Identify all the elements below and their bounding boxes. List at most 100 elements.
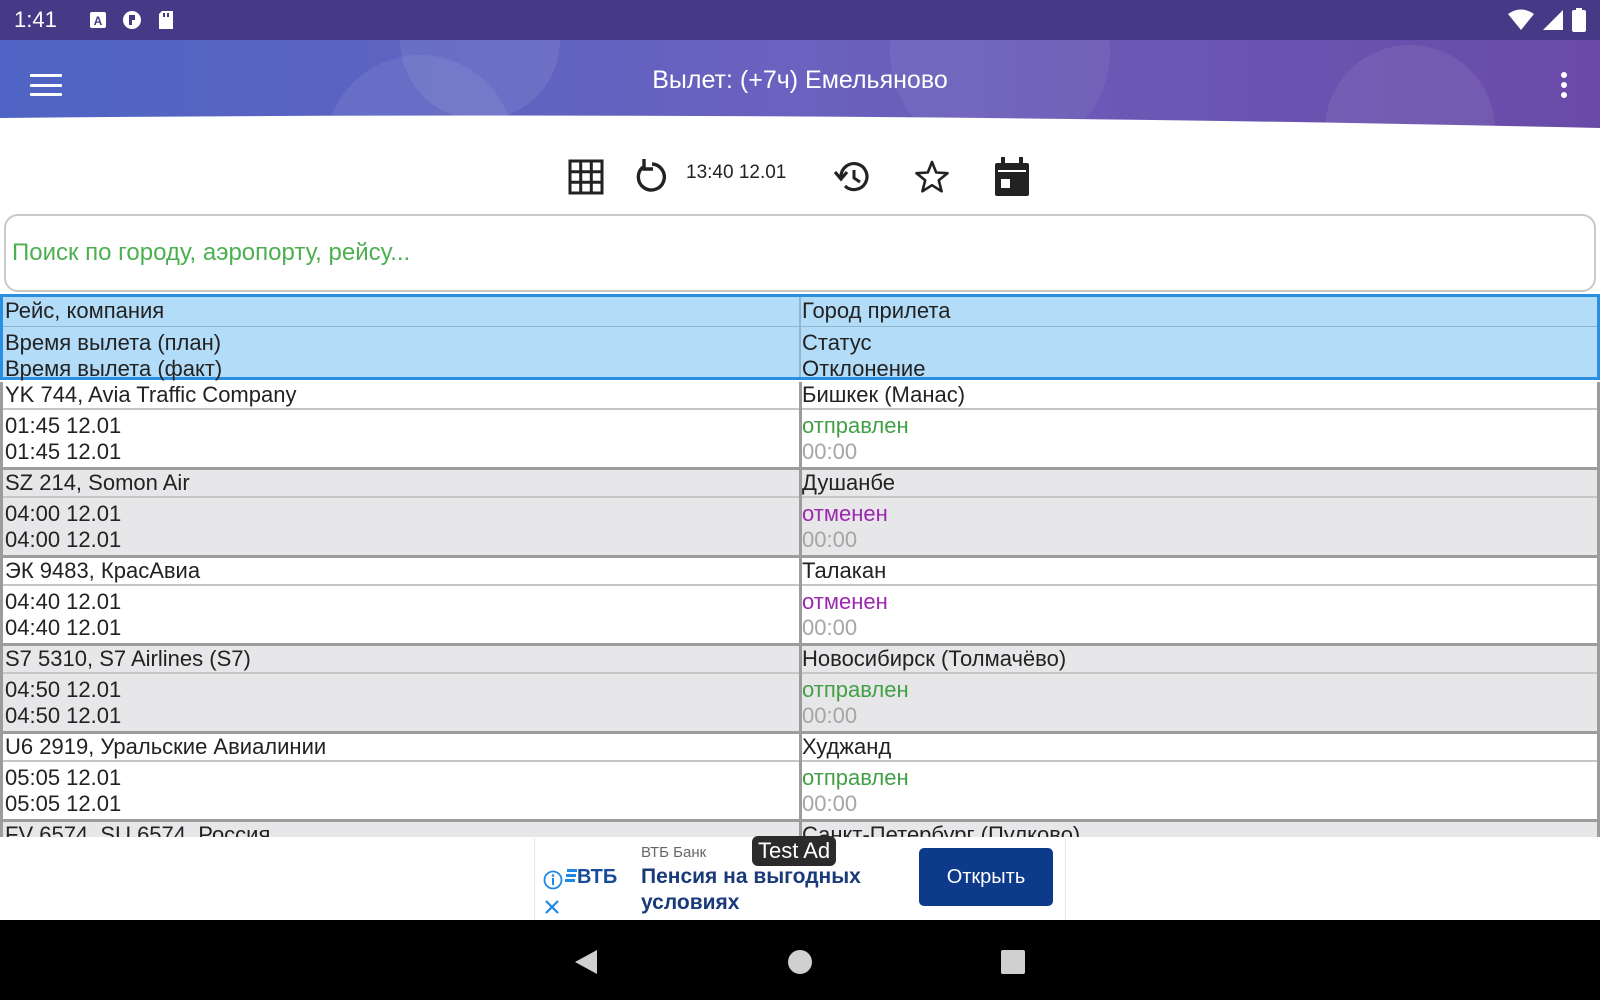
header-planned-time: Время вылета (план) — [5, 330, 222, 355]
sd-card-icon — [156, 10, 176, 30]
row-inner-divider — [802, 760, 1597, 762]
accessibility-notification-icon: A — [88, 10, 108, 30]
table-row[interactable]: FV 6574, SU 6574, Россия Санкт-Петербург … — [0, 822, 1600, 837]
page-title: Вылет: (+7ч) Емельяново — [652, 66, 948, 94]
app-root: 1:41 A Вылет: (+7ч) Емельяново 13:40 12.… — [0, 0, 1600, 1000]
grid-icon — [568, 159, 604, 195]
row-inner-divider — [3, 408, 799, 410]
arrival-city: Худжанд — [802, 734, 892, 759]
table-row[interactable]: ЭК 9483, КрасАвиа 04:40 12.01 04:40 12.01 Т… — [0, 558, 1600, 646]
flight-status: отменен — [802, 501, 888, 526]
header-status: Статус — [802, 330, 872, 355]
arrival-city: Душанбе — [802, 470, 896, 495]
favorites-button[interactable] — [910, 154, 954, 200]
status-time: 1:41 — [14, 7, 57, 32]
header-divider — [799, 297, 801, 377]
overflow-menu-button[interactable] — [1554, 68, 1574, 102]
flight-status: отправлен — [802, 765, 909, 790]
flight-company: S7 5310, S7 Airlines (S7) — [5, 646, 251, 671]
table-row[interactable]: YK 744, Avia Traffic Company 01:45 12.01 0… — [0, 382, 1600, 470]
table-row[interactable]: U6 2919, Уральские Авиалинии 05:05 12.01 0… — [0, 734, 1600, 822]
back-icon — [575, 950, 597, 974]
history-button[interactable] — [830, 154, 874, 200]
ad-open-button[interactable]: Открыть — [919, 848, 1053, 906]
flight-company: SZ 214, Somon Air — [5, 470, 190, 495]
search-input[interactable] — [12, 239, 1594, 267]
system-navigation-bar — [0, 920, 1600, 1000]
row-inner-divider — [802, 584, 1597, 586]
cellular-signal-icon — [1543, 10, 1563, 30]
planned-departure-time: 04:00 12.01 — [5, 501, 122, 526]
header-flight-company: Рейс, компания — [5, 298, 165, 323]
row-inner-divider — [802, 496, 1597, 498]
planned-departure-time: 04:40 12.01 — [5, 589, 122, 614]
flight-deviation: 00:00 — [802, 791, 858, 816]
table-header: Рейс, компания Время вылета (план) Время… — [0, 294, 1600, 381]
history-icon — [833, 162, 869, 192]
arrival-city: Санкт-Петербург (Пулково) — [802, 822, 1081, 837]
svg-text:A: A — [94, 14, 103, 28]
refresh-icon — [636, 159, 666, 192]
star-icon — [915, 160, 949, 193]
nav-back-button[interactable] — [566, 942, 606, 982]
actual-departure-time: 04:00 12.01 — [5, 527, 122, 552]
table-row[interactable]: S7 5310, S7 Airlines (S7) 04:50 12.01 04:5… — [0, 646, 1600, 734]
flight-company: FV 6574, SU 6574, Россия — [5, 822, 271, 837]
flight-deviation: 00:00 — [802, 703, 858, 728]
header-row-divider — [3, 326, 1597, 327]
ad-close-icon[interactable] — [543, 898, 561, 920]
flight-deviation: 00:00 — [802, 615, 858, 640]
table-row[interactable]: SZ 214, Somon Air 04:00 12.01 04:00 12.01 Д… — [0, 470, 1600, 558]
battery-icon — [1572, 8, 1586, 32]
arrival-city: Новосибирск (Толмачёво) — [802, 646, 1067, 671]
planned-departure-time: 04:50 12.01 — [5, 677, 122, 702]
flight-status: отменен — [802, 589, 888, 614]
row-inner-divider — [802, 672, 1597, 674]
table-view-button[interactable] — [564, 154, 608, 200]
header-arrival-city: Город прилета — [802, 298, 951, 323]
toolbar: 13:40 12.01 — [0, 150, 1600, 210]
ad-advertiser: ВТБ Банк — [641, 844, 707, 861]
ad-headline: Пенсия на выгодных условиях — [641, 865, 861, 914]
flight-status: отправлен — [802, 413, 909, 438]
arrival-city: Талакан — [802, 558, 887, 583]
actual-departure-time: 01:45 12.01 — [5, 439, 122, 464]
recents-icon — [1001, 950, 1025, 974]
flight-status: отправлен — [802, 677, 909, 702]
last-update-time: 13:40 12.01 — [686, 162, 787, 183]
calendar-icon — [995, 157, 1029, 196]
actual-departure-time: 04:50 12.01 — [5, 703, 122, 728]
nav-recents-button[interactable] — [993, 942, 1033, 982]
home-icon — [788, 950, 812, 974]
departures-table: Рейс, компания Время вылета (план) Время… — [0, 294, 1600, 837]
refresh-button[interactable] — [630, 154, 674, 200]
test-ad-badge: Test Ad — [752, 836, 837, 866]
nav-home-button[interactable] — [780, 942, 820, 982]
flight-deviation: 00:00 — [802, 439, 858, 464]
app-bar: Вылет: (+7ч) Емельяново — [0, 40, 1600, 150]
search-box — [4, 214, 1596, 292]
system-status-bar: 1:41 A — [0, 0, 1600, 40]
planned-departure-time: 01:45 12.01 — [5, 413, 122, 438]
flight-company: U6 2919, Уральские Авиалинии — [5, 734, 327, 759]
wifi-icon — [1508, 9, 1534, 30]
row-inner-divider — [3, 584, 799, 586]
flight-deviation: 00:00 — [802, 527, 858, 552]
ad-info-icon[interactable] — [543, 870, 563, 894]
ad-logo-text: ВТБ — [577, 866, 618, 888]
row-inner-divider — [3, 496, 799, 498]
status-right-icons — [1508, 8, 1586, 32]
row-inner-divider — [3, 760, 799, 762]
header-deviation: Отклонение — [802, 356, 926, 381]
flight-company: YK 744, Avia Traffic Company — [5, 382, 297, 407]
actual-departure-time: 05:05 12.01 — [5, 791, 122, 816]
actual-departure-time: 04:40 12.01 — [5, 615, 122, 640]
arrival-city: Бишкек (Манас) — [802, 382, 966, 407]
row-inner-divider — [3, 672, 799, 674]
row-inner-divider — [802, 408, 1597, 410]
header-actual-time: Время вылета (факт) — [5, 356, 223, 381]
calendar-button[interactable] — [990, 154, 1034, 200]
flight-company: ЭК 9483, КрасАвиа — [5, 558, 201, 583]
app-notification-icon — [122, 10, 142, 30]
ad-advertiser-logo: ВТБ — [565, 866, 617, 889]
